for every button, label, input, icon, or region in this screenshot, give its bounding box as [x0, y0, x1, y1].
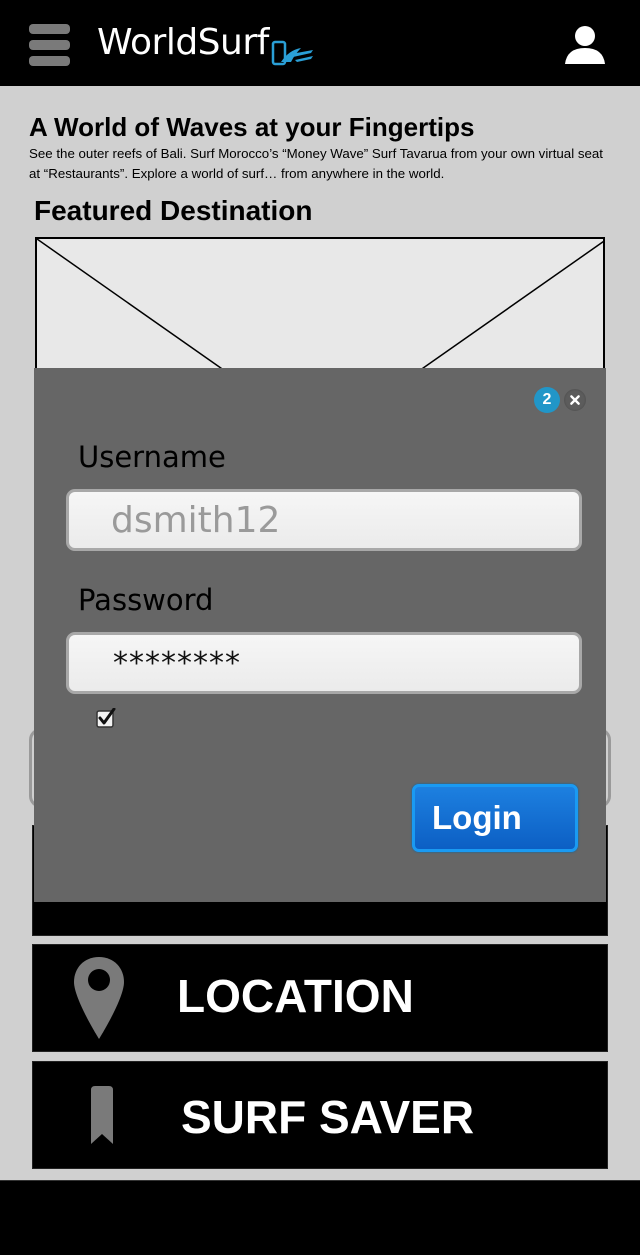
menu-item-label: SURF SAVER — [181, 1091, 475, 1143]
username-field[interactable] — [69, 492, 579, 548]
password-field-container — [66, 632, 582, 694]
image-placeholder-icon — [37, 239, 603, 375]
user-profile-icon[interactable] — [563, 24, 607, 66]
app-title: WorldSurf — [97, 22, 269, 63]
close-icon[interactable] — [564, 389, 586, 411]
notification-badge: 2 — [534, 387, 560, 413]
menu-item-label: LOCATION — [177, 970, 414, 1022]
remember-me-checkbox[interactable] — [96, 708, 116, 728]
login-button[interactable]: Login — [412, 784, 578, 852]
menu-item-location[interactable]: LOCATION — [32, 944, 608, 1052]
username-field-container — [66, 489, 582, 551]
bookmark-icon — [91, 1086, 113, 1144]
menu-item-surf-saver[interactable]: SURF SAVER — [32, 1061, 608, 1169]
username-label: Username — [78, 440, 226, 474]
featured-destination-image[interactable] — [35, 237, 605, 377]
intro-text: See the outer reefs of Bali. Surf Morocc… — [29, 146, 603, 181]
footer-bar — [0, 1180, 640, 1255]
app-header: WorldSurf — [0, 0, 640, 86]
page-headline: A World of Waves at your Fingertips — [29, 112, 475, 142]
phone-wave-icon — [271, 40, 313, 66]
hamburger-menu-icon[interactable] — [29, 24, 70, 66]
password-field[interactable] — [69, 635, 579, 691]
login-modal: 2 Username Password Login — [34, 368, 606, 902]
password-label: Password — [78, 583, 214, 617]
featured-destination-title: Featured Destination — [34, 195, 313, 226]
map-pin-icon — [74, 957, 124, 1039]
